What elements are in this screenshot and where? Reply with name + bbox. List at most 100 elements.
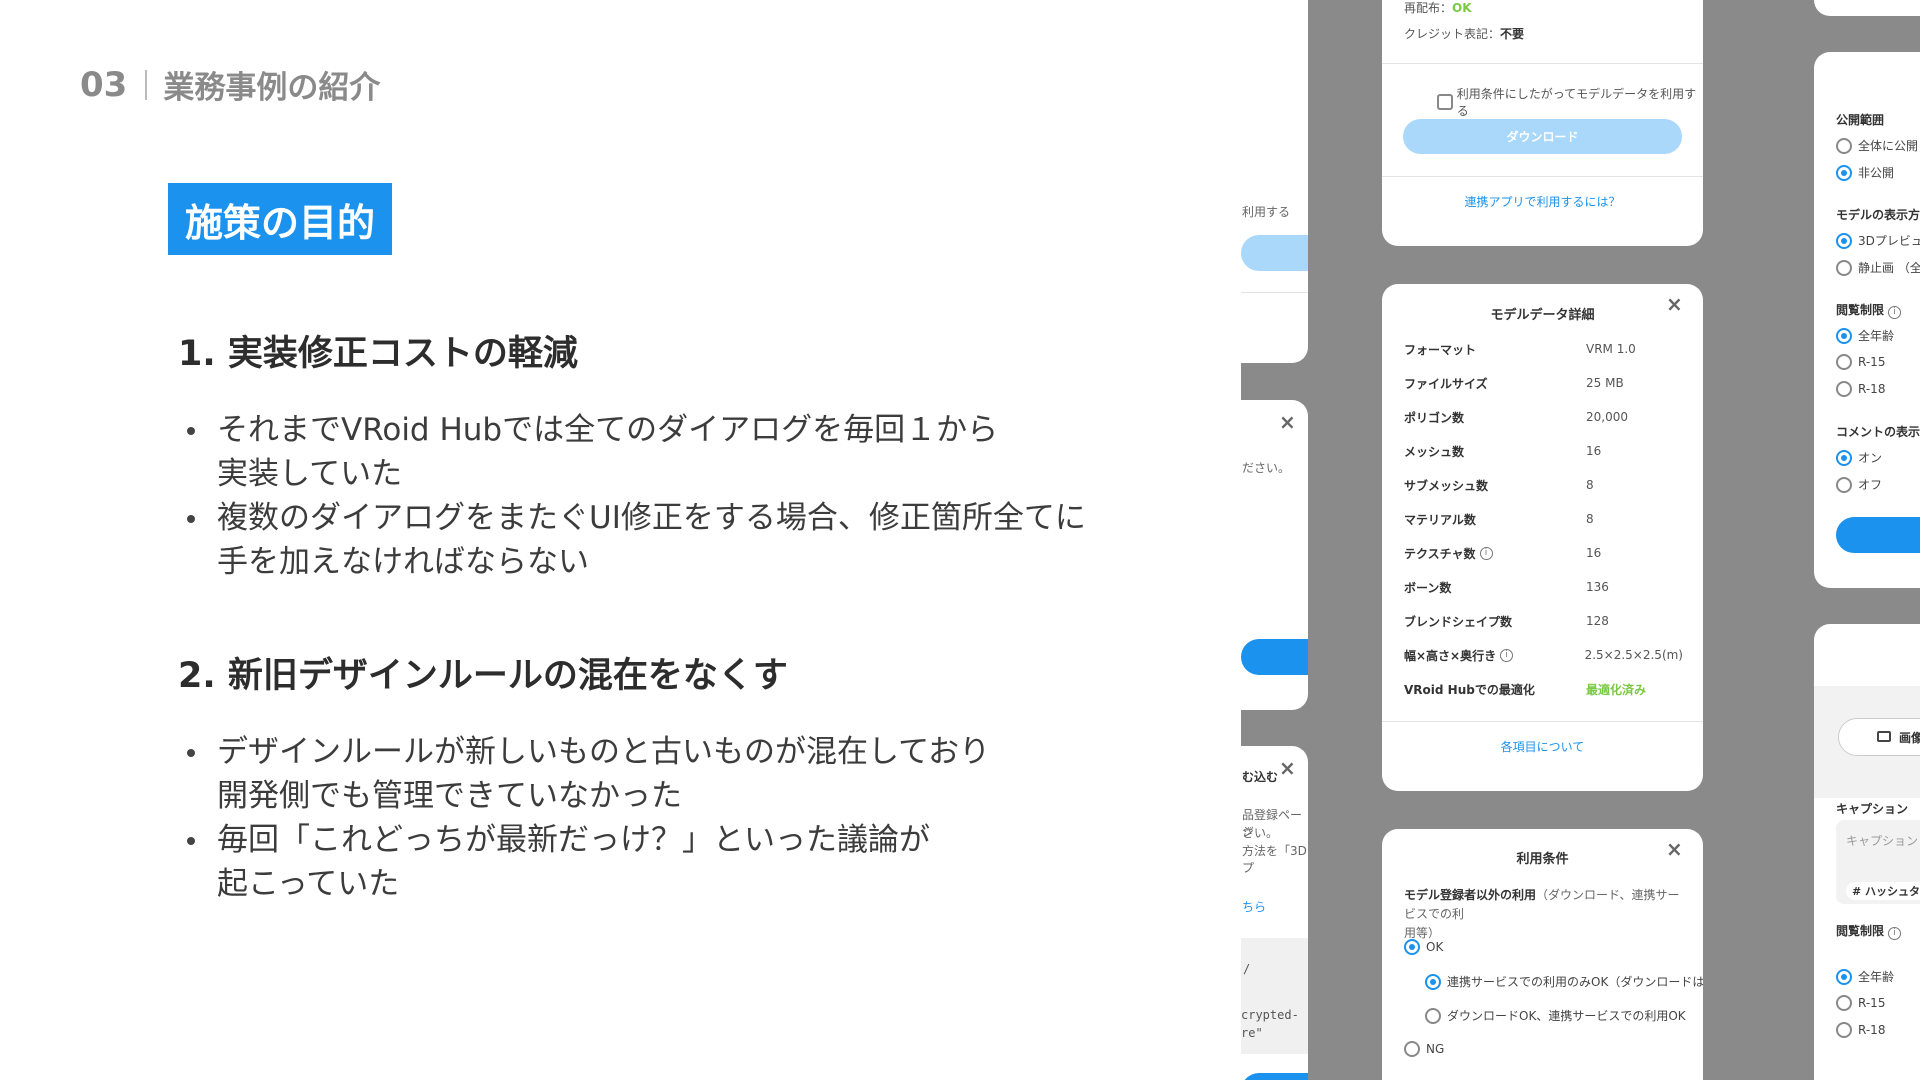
dialog-mockups: 利用する × ださい。 × む込む 品登録ページ さい。 方法を「3Dプ ちら … [1241,0,1920,1080]
detail-label: サブメッシュ数 [1404,478,1489,493]
detail-label: VRoid Hubでの最適化 [1404,682,1535,697]
radio-label: R-18 [1858,382,1886,396]
comment-label: コメントの表示 [1836,425,1920,439]
bullet-line: 実装していた [217,456,403,492]
close-icon[interactable]: × [1279,758,1296,778]
agree-label: 利用条件にしたがってモデルデータを利用する [1456,87,1697,118]
radio-linked-only[interactable]: 連携サービスでの利用のみOK（ダウンロードはNG） [1425,973,1703,990]
rating-options: 全年齢 R-15 R-18 [1814,968,1920,1080]
section-1-heading: 1. 実装修正コストの軽減 [178,334,578,374]
linked-app-link[interactable]: 連携アプリで利用するには？ [1382,193,1703,210]
post-dialog: 画像 キャプション キャプション # ハッシュタ 閲覧制限 i 全年齢 R-15 … [1814,624,1920,1080]
section-2-heading: 2. 新旧デザインルールの混在をなくす [178,656,788,696]
bullet-line: 毎回「これどっちが最新だっけ？」といった議論が [217,822,930,858]
radio-icon [1836,259,1852,276]
detail-row: フォーマット VRM 1.0 [1404,339,1683,359]
radio-still-image[interactable]: 静止画 （全 [1836,259,1920,276]
radio-label: オフ [1858,478,1883,492]
radio-icon [1425,1007,1441,1024]
detail-row: VRoid Hubでの最適化 最適化済み [1404,679,1683,699]
radio-private[interactable]: 非公開 [1836,164,1894,181]
bullet-line: デザインルールが新しいものと古いものが混在しており [217,734,991,770]
detail-value: 20,000 [1586,410,1628,424]
info-icon[interactable]: i [1888,306,1902,319]
radio-label: 3Dプレビュ [1858,234,1920,248]
radio-public[interactable]: 全体に公開 [1836,137,1918,154]
header-divider [145,69,148,100]
info-icon[interactable]: i [1479,546,1493,560]
radio-r15[interactable]: R-15 [1836,995,1885,1011]
close-icon[interactable]: × [1279,412,1296,432]
detail-row: ポリゴン数 20,000 [1404,407,1683,427]
detail-value: 8 [1586,512,1594,526]
section-2: 2. 新旧デザインルールの混在をなくす デザインルールが新しいものと古いものが混… [178,647,990,906]
radio-r18[interactable]: R-18 [1836,1022,1885,1038]
radio-icon [1836,137,1852,154]
partial-button[interactable] [1241,235,1308,271]
radio-ng[interactable]: NG [1404,1041,1444,1057]
radio-r18[interactable]: R-18 [1836,381,1885,397]
info-icon[interactable]: i [1888,927,1902,940]
credit-value: 不要 [1500,27,1525,41]
radio-selected-icon [1836,968,1852,985]
caption-input[interactable]: キャプション # ハッシュタ [1836,820,1920,904]
radio-selected-icon [1836,164,1852,181]
radio-download-ok[interactable]: ダウンロードOK、連携サービスでの利用OK [1425,1007,1686,1024]
hashtag-button[interactable]: # ハッシュタ [1846,882,1920,900]
radio-r15[interactable]: R-15 [1836,354,1885,370]
radio-all-ages[interactable]: 全年齢 [1836,327,1894,344]
code-text: crypted- [1241,1008,1299,1022]
detail-label: メッシュ数 [1404,444,1465,459]
about-items-link[interactable]: 各項目について [1382,738,1703,755]
slide-title: 業務事例の紹介 [163,70,381,106]
radio-label: 全年齢 [1858,329,1895,343]
detail-label: ファイルサイズ [1404,376,1488,391]
partial-button[interactable] [1241,639,1308,675]
radio-comment-on[interactable]: オン [1836,449,1882,466]
radio-icon [1836,381,1852,397]
download-button[interactable]: ダウンロード [1403,119,1682,154]
radio-label: R-15 [1858,355,1886,369]
bullet-line: 起こっていた [217,866,400,902]
radio-selected-icon [1836,232,1852,249]
terms-description: モデル登録者以外の利用（ダウンロード、連携サービスでの利 用等） [1404,886,1689,943]
partial-button[interactable] [1241,1073,1308,1080]
detail-label: フォーマット [1404,342,1477,357]
detail-label: マテリアル数 [1404,512,1476,527]
radio-icon [1836,476,1852,493]
detail-row: ファイルサイズ 25 MB [1404,373,1683,393]
radio-label: 全年齢 [1858,970,1895,984]
agree-checkbox-row[interactable]: 利用条件にしたがってモデルデータを利用する [1437,85,1703,119]
detail-row: サブメッシュ数 8 [1404,475,1683,495]
bullet-line: 手を加えなければならない [217,544,589,580]
partial-text: 方法を「3Dプ [1242,844,1307,875]
radio-3d-preview[interactable]: 3Dプレビュ [1836,232,1920,249]
image-button[interactable]: 画像 [1838,718,1920,756]
radio-label: 静止画 （全 [1858,261,1920,275]
terms-dialog: × 利用条件 モデル登録者以外の利用（ダウンロード、連携サービスでの利 用等） O… [1382,829,1703,1080]
agree-checkbox[interactable] [1437,94,1453,110]
bullet-item: 毎回「これどっちが最新だっけ？」といった議論が 起こっていた [178,818,990,906]
radio-selected-icon [1836,327,1852,344]
radio-ok[interactable]: OK [1404,939,1443,955]
detail-value: 16 [1586,546,1602,560]
bullet-line: それまでVRoid Hubでは全てのダイアログを毎回１から [217,412,999,448]
partial-text: む込む [1242,770,1279,784]
radio-label: 非公開 [1858,166,1895,180]
radio-all-ages[interactable]: 全年齢 [1836,968,1894,985]
settings-submit-button[interactable] [1836,517,1920,553]
detail-value: 25 MB [1586,376,1624,390]
radio-comment-off[interactable]: オフ [1836,476,1882,493]
caption-label: キャプション [1836,802,1909,816]
radio-label: 連携サービスでの利用のみOK（ダウンロードはNG） [1447,975,1703,989]
detail-value: 2.5×2.5×2.5(m) [1584,648,1683,662]
partial-link[interactable]: ちら [1242,898,1266,915]
partial-text: さい。 [1242,826,1279,840]
divider [1382,63,1703,64]
detail-row: 幅×高さ×奥行き i 2.5×2.5×2.5(m) [1404,645,1683,665]
radio-label: NG [1426,1042,1445,1056]
info-icon[interactable]: i [1500,648,1514,662]
caption-area: キャプション キャプション # ハッシュタ 閲覧制限 i [1814,798,1920,968]
detail-row: メッシュ数 16 [1404,441,1683,461]
radio-label: ダウンロードOK、連携サービスでの利用OK [1447,1009,1686,1023]
